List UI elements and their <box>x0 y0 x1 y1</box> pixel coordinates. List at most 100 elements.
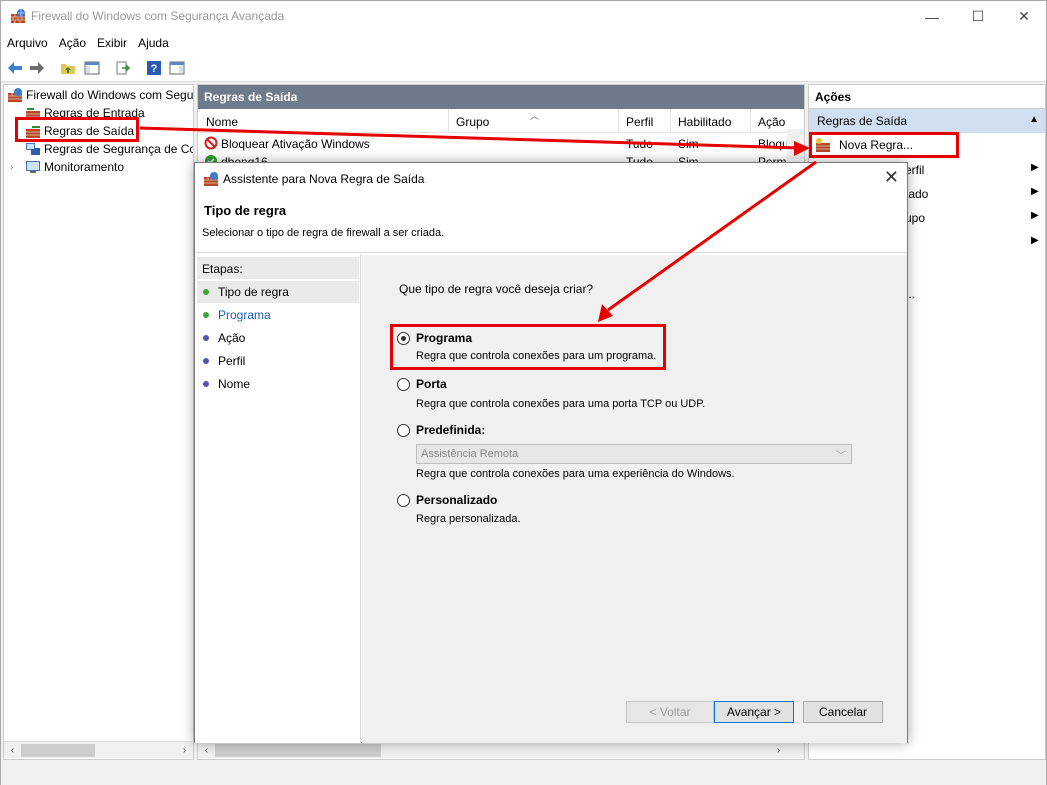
show-hide-tree-icon[interactable] <box>83 59 101 77</box>
steps-header: Etapas: <box>197 257 359 279</box>
step-perfil: Perfil <box>197 350 359 372</box>
option-predefinida-desc: Regra que controla conexões para uma exp… <box>416 468 735 480</box>
toolbar: ? <box>1 54 1046 82</box>
svg-text:?: ? <box>151 63 158 75</box>
connection-security-icon <box>26 143 40 155</box>
column-nome[interactable]: Nome <box>206 115 238 129</box>
scroll-right-icon[interactable]: › <box>176 745 193 756</box>
menu-bar: Arquivo Ação Exibir Ajuda <box>1 32 1046 54</box>
action-partial-label[interactable]: tado <box>905 187 928 201</box>
step-programa: Programa <box>197 304 359 326</box>
list-horizontal-scrollbar[interactable]: ‹ › <box>198 741 804 758</box>
question-text: Que tipo de regra você deseja criar? <box>399 282 594 296</box>
rule-enabled: Sim <box>678 137 699 151</box>
forward-arrow-icon[interactable] <box>28 59 46 77</box>
block-icon <box>204 136 218 150</box>
navigation-tree: Firewall do Windows com Segur Regras de … <box>3 84 194 760</box>
step-status-icon <box>203 335 209 341</box>
back-button[interactable]: < Voltar <box>626 701 714 723</box>
column-divider[interactable] <box>618 109 619 133</box>
list-vertical-scrollbar[interactable] <box>787 129 804 159</box>
column-perfil[interactable]: Perfil <box>626 115 653 129</box>
rule-name: Bloquear Ativação Windows <box>221 137 370 151</box>
chevron-right-icon[interactable]: › <box>10 162 22 173</box>
collapse-up-icon[interactable]: ▲ <box>1029 114 1039 125</box>
column-divider[interactable] <box>448 109 449 133</box>
close-button[interactable]: ✕ <box>1001 1 1047 32</box>
tree-item-regras-seguranca[interactable]: Regras de Segurança de Cor <box>25 141 193 157</box>
sort-up-icon: ︿ <box>530 111 540 121</box>
action-partial-label[interactable]: upo <box>905 211 925 225</box>
tree-item-monitoramento[interactable]: › Monitoramento <box>10 159 124 175</box>
column-acao[interactable]: Ação <box>758 115 785 129</box>
column-grupo[interactable]: Grupo <box>456 115 489 129</box>
new-rule-wizard-dialog: Assistente para Nova Regra de Saída ✕ Ti… <box>194 162 908 743</box>
highlight-nova-regra <box>809 132 959 158</box>
step-status-icon <box>203 381 209 387</box>
option-porta[interactable]: Porta <box>397 377 447 391</box>
dialog-close-icon[interactable]: ✕ <box>884 167 899 188</box>
radio-personalizado[interactable] <box>397 493 410 507</box>
scroll-left-icon[interactable]: ‹ <box>198 745 215 756</box>
highlight-option-programa <box>390 324 666 370</box>
tree-horizontal-scrollbar[interactable]: ‹ › <box>4 741 193 758</box>
step-status-icon <box>203 358 209 364</box>
scroll-left-icon[interactable]: ‹ <box>4 745 21 756</box>
highlight-regras-saida <box>15 117 139 142</box>
firewall-icon <box>8 88 22 102</box>
tree-root[interactable]: Firewall do Windows com Segur <box>7 87 193 103</box>
submenu-arrow-icon: ▶ <box>1031 235 1039 246</box>
dialog-title-bar: Assistente para Nova Regra de Saída ✕ <box>195 163 907 193</box>
column-habilitado[interactable]: Habilitado <box>678 115 731 129</box>
title-bar: Firewall do Windows com Segurança Avança… <box>1 1 1046 32</box>
status-bar <box>1 763 1046 785</box>
rule-profile: Tudo <box>626 137 653 151</box>
radio-porta[interactable] <box>397 377 410 391</box>
scroll-right-icon[interactable]: › <box>770 745 787 756</box>
minimize-button[interactable]: — <box>909 1 955 32</box>
chevron-down-icon: ﹀ <box>836 451 846 462</box>
submenu-arrow-icon: ▶ <box>1031 186 1039 197</box>
step-status-icon <box>203 312 209 318</box>
step-acao: Ação <box>197 327 359 349</box>
monitoring-icon <box>26 161 40 173</box>
maximize-button[interactable]: ☐ <box>955 1 1001 32</box>
help-icon[interactable]: ? <box>145 59 163 77</box>
export-list-icon[interactable] <box>114 59 132 77</box>
option-personalizado[interactable]: Personalizado <box>397 493 497 507</box>
window-title: Firewall do Windows com Segurança Avança… <box>31 9 285 23</box>
show-action-pane-icon[interactable] <box>168 59 186 77</box>
step-status-icon <box>203 289 209 295</box>
table-row[interactable]: Bloquear Ativação Windows Tudo Sim Bloqu… <box>202 135 802 153</box>
wizard-subheading: Selecionar o tipo de regra de firewall a… <box>202 227 445 239</box>
column-headers: Nome Grupo ︿ Perfil Habilitado Ação <box>198 109 804 133</box>
folder-up-icon[interactable] <box>59 59 77 77</box>
option-porta-desc: Regra que controla conexões para uma por… <box>416 398 706 410</box>
pane-header: Regras de Saída <box>198 85 804 109</box>
radio-predefinida[interactable] <box>397 423 410 437</box>
dialog-title: Assistente para Nova Regra de Saída <box>223 172 425 186</box>
scroll-thumb[interactable] <box>21 743 95 757</box>
back-arrow-icon[interactable] <box>6 59 24 77</box>
menu-arquivo[interactable]: Arquivo <box>1 32 53 54</box>
menu-acao[interactable]: Ação <box>53 32 91 54</box>
option-personalizado-desc: Regra personalizada. <box>416 513 521 525</box>
column-divider[interactable] <box>670 109 671 133</box>
wizard-header: Tipo de regra Selecionar o tipo de regra… <box>195 193 907 253</box>
step-tipo-regra: Tipo de regra <box>197 281 359 303</box>
menu-ajuda[interactable]: Ajuda <box>132 32 174 54</box>
actions-section-regras-saida[interactable]: Regras de Saída ▲ <box>809 109 1045 133</box>
submenu-arrow-icon: ▶ <box>1031 162 1039 173</box>
cancel-button[interactable]: Cancelar <box>803 701 883 723</box>
column-divider[interactable] <box>750 109 751 133</box>
menu-exibir[interactable]: Exibir <box>91 32 132 54</box>
predefined-select[interactable]: Assistência Remota ﹀ <box>416 444 852 464</box>
steps-panel: Etapas: Tipo de regra Programa Ação Perf… <box>195 255 361 743</box>
next-button[interactable]: Avançar > <box>714 701 794 723</box>
firewall-icon <box>204 172 218 186</box>
actions-header: Ações <box>809 85 1045 109</box>
step-nome: Nome <box>197 373 359 395</box>
submenu-arrow-icon: ▶ <box>1031 210 1039 221</box>
option-predefinida[interactable]: Predefinida: <box>397 423 485 437</box>
scroll-thumb[interactable] <box>215 743 381 757</box>
